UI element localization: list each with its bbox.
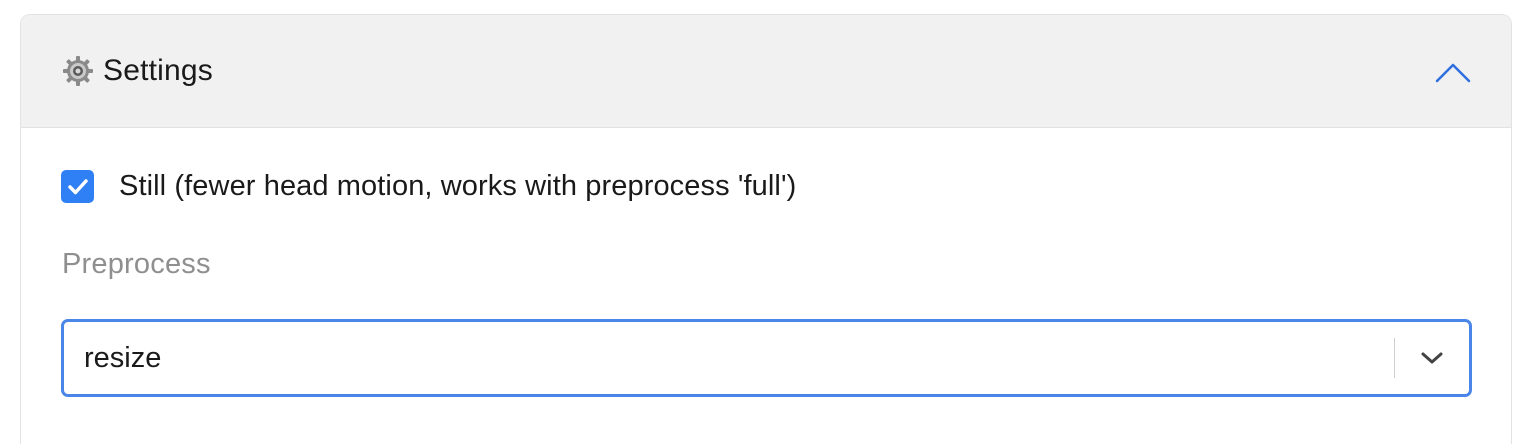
preprocess-select[interactable]: resize [61, 319, 1472, 397]
still-label[interactable]: Still (fewer head motion, works with pre… [119, 170, 796, 203]
collapse-button[interactable] [1433, 55, 1473, 89]
settings-panel: Settings Still (fewer head motion, works… [20, 14, 1512, 444]
checkmark-icon [67, 178, 88, 194]
dropdown-toggle[interactable] [1395, 322, 1469, 394]
still-option[interactable]: Still (fewer head motion, works with pre… [61, 170, 796, 203]
still-checkbox[interactable] [61, 170, 94, 203]
settings-panel-header[interactable]: Settings [21, 15, 1511, 128]
gear-icon [61, 54, 95, 88]
panel-title: Settings [103, 54, 213, 87]
preprocess-selected-value: resize [84, 341, 162, 374]
preprocess-label: Preprocess [62, 248, 211, 280]
chevron-down-icon [1421, 352, 1443, 364]
chevron-up-icon [1435, 63, 1471, 83]
